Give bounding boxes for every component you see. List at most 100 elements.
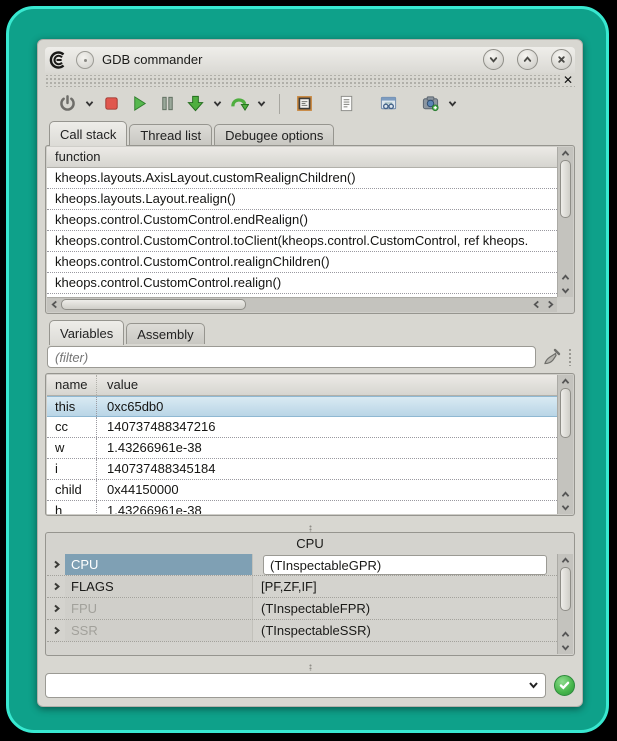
variable-row[interactable]: w 1.43266961e-38 xyxy=(47,438,557,459)
toolbar-drag-handle[interactable]: ✕ xyxy=(45,75,575,88)
watch-variables-button[interactable] xyxy=(376,91,400,117)
call-stack-horizontal-scrollbar[interactable] xyxy=(47,297,557,312)
call-stack-list: function kheops.layouts.AxisLayout.custo… xyxy=(47,147,557,297)
teal-frame: GDB commander ✕ xyxy=(6,6,609,733)
step-over-button[interactable] xyxy=(227,91,251,117)
column-header-name: name xyxy=(47,375,97,395)
cpu-row[interactable]: FLAGS [PF,ZF,IF] xyxy=(47,576,557,598)
scroll-up-icon[interactable] xyxy=(559,271,573,284)
run-button[interactable] xyxy=(127,91,151,117)
cpu-row[interactable]: CPU (TInspectableGPR) xyxy=(47,554,557,576)
scroll-left-icon[interactable] xyxy=(529,298,543,311)
chevron-down-icon xyxy=(528,681,539,689)
call-stack-row[interactable]: kheops.control.CustomControl.realign() xyxy=(47,273,557,294)
call-stack-vertical-scrollbar[interactable] xyxy=(557,147,573,297)
toolbar-close-icon[interactable]: ✕ xyxy=(561,75,575,86)
step-over-icon xyxy=(230,94,249,113)
step-over-menu-chevron[interactable] xyxy=(255,91,267,117)
debug-toolbar xyxy=(45,87,575,120)
call-stack-row[interactable]: kheops.control.CustomControl.toClient(kh… xyxy=(47,231,557,252)
column-header-value: value xyxy=(97,375,557,395)
step-into-menu-chevron[interactable] xyxy=(211,91,223,117)
scroll-up-icon[interactable] xyxy=(559,488,573,501)
call-stack-panel: function kheops.layouts.AxisLayout.custo… xyxy=(45,145,575,314)
filter-input[interactable] xyxy=(47,346,536,368)
toolbar-separator xyxy=(279,94,280,114)
tab-call-stack[interactable]: Call stack xyxy=(49,121,127,146)
step-into-icon xyxy=(186,94,205,113)
tab-variables[interactable]: Variables xyxy=(49,320,124,345)
cpu-panel-title: CPU xyxy=(46,533,574,553)
tab-thread-list[interactable]: Thread list xyxy=(129,124,212,145)
call-stack-row[interactable]: kheops.layouts.Layout.realign() xyxy=(47,189,557,210)
window-title: GDB commander xyxy=(102,52,202,67)
power-button[interactable] xyxy=(55,91,79,117)
cpu-log-button[interactable] xyxy=(334,91,358,117)
call-stack-column-header: function xyxy=(47,147,557,168)
tab-assembly[interactable]: Assembly xyxy=(126,323,204,344)
scroll-down-icon[interactable] xyxy=(559,284,573,297)
unshade-button[interactable] xyxy=(517,49,538,70)
run-icon xyxy=(130,94,149,113)
scroll-down-icon[interactable] xyxy=(559,501,573,514)
filter-row-grip[interactable] xyxy=(568,348,573,366)
stop-button[interactable] xyxy=(99,91,123,117)
splitter-handle[interactable] xyxy=(45,524,575,532)
call-stack-row[interactable]: kheops.layouts.AxisLayout.customRealignC… xyxy=(47,168,557,189)
call-stack-row[interactable]: kheops.control.CustomControl.endRealign(… xyxy=(47,210,557,231)
pin-button[interactable] xyxy=(76,51,94,69)
tab-debugee-options[interactable]: Debugee options xyxy=(214,124,334,145)
expand-chevron-icon[interactable] xyxy=(47,598,65,619)
expand-chevron-icon[interactable] xyxy=(47,576,65,597)
filter-row xyxy=(47,345,573,369)
command-row xyxy=(45,672,575,699)
cpu-row[interactable]: FPU (TInspectableFPR) xyxy=(47,598,557,620)
splitter-handle[interactable] xyxy=(45,664,575,672)
snapshot-menu-chevron[interactable] xyxy=(446,91,458,117)
expand-chevron-icon[interactable] xyxy=(47,620,65,641)
snapshot-button[interactable] xyxy=(418,91,442,117)
variable-row[interactable]: cc 140737488347216 xyxy=(47,417,557,438)
send-command-button[interactable] xyxy=(554,675,575,696)
cpu-row[interactable]: SSR (TInspectableSSR) xyxy=(47,620,557,642)
close-window-button[interactable] xyxy=(551,49,572,70)
power-menu-chevron[interactable] xyxy=(83,91,95,117)
scroll-left-icon[interactable] xyxy=(47,298,61,311)
variable-row[interactable]: h 1.43266961e-38 xyxy=(47,501,557,514)
shade-button[interactable] xyxy=(483,49,504,70)
scroll-up-icon[interactable] xyxy=(559,554,573,567)
scroll-right-icon[interactable] xyxy=(543,298,557,311)
variables-table-header: name value xyxy=(47,375,557,396)
desktop-background: GDB commander ✕ xyxy=(0,0,617,741)
cpu-vertical-scrollbar[interactable] xyxy=(557,554,573,654)
call-stack-row[interactable]: kheops.control.CustomControl.realignChil… xyxy=(47,252,557,273)
cpu-log-icon xyxy=(337,94,356,113)
variable-row[interactable]: this 0xc65db0 xyxy=(47,396,557,417)
cpu-inspector-table: CPU (TInspectableGPR) FLAGS [PF,ZF,IF] F… xyxy=(47,554,557,654)
variable-row[interactable]: i 140737488345184 xyxy=(47,459,557,480)
pause-button[interactable] xyxy=(155,91,179,117)
check-icon xyxy=(559,681,570,690)
scrollbar-thumb[interactable] xyxy=(560,567,571,611)
titlebar[interactable]: GDB commander xyxy=(45,47,575,73)
scroll-up-icon[interactable] xyxy=(559,147,573,160)
variables-vertical-scrollbar[interactable] xyxy=(557,375,573,514)
snapshot-icon xyxy=(421,94,440,113)
step-into-button[interactable] xyxy=(183,91,207,117)
pause-icon xyxy=(158,94,177,113)
variables-panel: name value this 0xc65db0 cc 140737488347… xyxy=(45,373,575,516)
expand-chevron-icon[interactable] xyxy=(47,554,65,575)
memory-view-button[interactable] xyxy=(292,91,316,117)
scroll-down-icon[interactable] xyxy=(559,641,573,654)
variable-row[interactable]: child 0x44150000 xyxy=(47,480,557,501)
scrollbar-thumb[interactable] xyxy=(61,299,246,310)
scroll-up-icon[interactable] xyxy=(559,375,573,388)
scrollbar-thumb[interactable] xyxy=(560,160,571,218)
scrollbar-thumb[interactable] xyxy=(560,388,571,438)
clear-filter-icon[interactable] xyxy=(542,347,562,367)
cpu-value-editor[interactable]: (TInspectableGPR) xyxy=(263,555,547,575)
gdb-command-combobox[interactable] xyxy=(45,673,546,698)
variables-table: name value this 0xc65db0 cc 140737488347… xyxy=(47,375,557,514)
app-logo-icon xyxy=(48,50,68,70)
scroll-up-icon[interactable] xyxy=(559,628,573,641)
